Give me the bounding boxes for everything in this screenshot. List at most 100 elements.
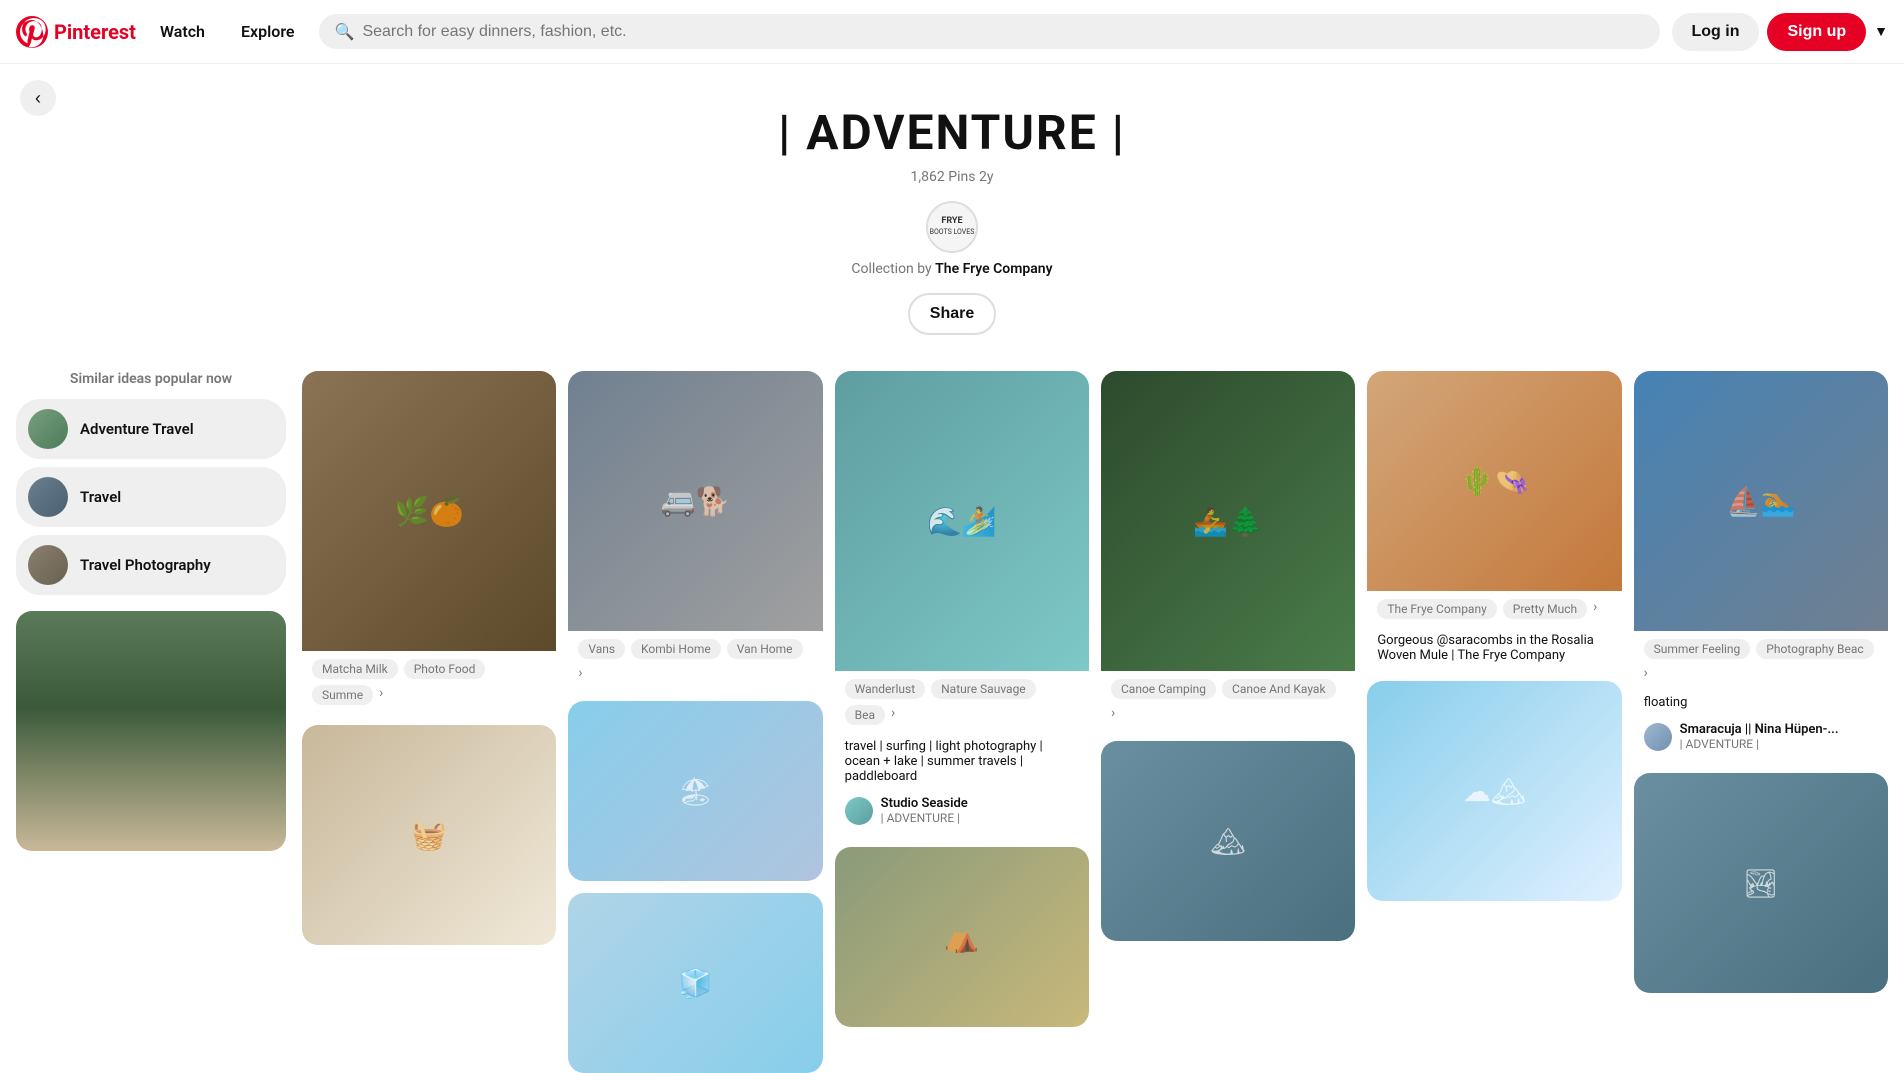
pin-tag[interactable]: Kombi Home: [631, 639, 721, 659]
pin-card[interactable]: 🏞: [1634, 773, 1888, 993]
pin-image: ☁🏔: [1367, 681, 1621, 901]
search-bar: 🔍: [319, 14, 1660, 49]
board-age: 2y: [979, 169, 994, 185]
logo-text: Pinterest: [54, 20, 136, 44]
signup-button[interactable]: Sign up: [1767, 13, 1866, 51]
pin-tags: Vans Kombi Home Van Home ›: [568, 631, 822, 689]
pin-tag[interactable]: Nature Sauvage: [931, 679, 1036, 699]
pins-area: 🌿🍊 Matcha Milk Photo Food Summe › 🧺: [302, 371, 1888, 1073]
pin-user-avatar: [1644, 723, 1672, 751]
logo-link[interactable]: Pinterest: [16, 16, 136, 48]
masonry-grid: 🌿🍊 Matcha Milk Photo Food Summe › 🧺: [302, 371, 1888, 1073]
pin-card[interactable]: 🧺: [302, 725, 556, 945]
board-header: | ADVENTURE | 1,862 Pins 2y FRYEBOOTS LO…: [0, 64, 1904, 355]
pin-tag[interactable]: Vans: [578, 639, 625, 659]
pin-tag-more[interactable]: ›: [1111, 705, 1115, 721]
pin-tag-more[interactable]: ›: [1593, 599, 1597, 619]
search-icon: 🔍: [335, 22, 355, 41]
pin-tags: Wanderlust Nature Sauvage Bea ›: [835, 671, 1089, 733]
explore-nav-link[interactable]: Explore: [229, 14, 307, 49]
pins-count: 1,862: [911, 169, 945, 185]
pin-tag-more[interactable]: ›: [891, 705, 895, 725]
pin-user-info: Studio Seaside | ADVENTURE |: [881, 796, 968, 825]
pin-image: 🌵👒: [1367, 371, 1621, 591]
masonry-col-3: 🌊🏄 Wanderlust Nature Sauvage Bea › trave…: [835, 371, 1089, 1073]
sidebar-item-adventure-travel[interactable]: Adventure Travel: [16, 399, 286, 459]
pin-description: Gorgeous @saracombs in the Rosalia Woven…: [1367, 627, 1621, 669]
pin-card[interactable]: 🏖: [568, 701, 822, 881]
search-input[interactable]: [362, 23, 1643, 41]
sidebar-item-label-travel: Travel: [80, 488, 121, 506]
pin-card[interactable]: 🌵👒 The Frye Company Pretty Much › Gorgeo…: [1367, 371, 1621, 669]
pin-tag[interactable]: Summer Feeling: [1644, 639, 1751, 659]
pin-description: floating: [1634, 689, 1888, 716]
pin-tag-more[interactable]: ›: [379, 685, 383, 705]
pin-tag-more[interactable]: ›: [1644, 665, 1648, 681]
pin-card[interactable]: 🚐🐕 Vans Kombi Home Van Home ›: [568, 371, 822, 689]
sidebar-item-travel[interactable]: Travel: [16, 467, 286, 527]
pin-tag[interactable]: Bea: [845, 705, 885, 725]
pins-label: Pins: [948, 169, 975, 185]
back-button[interactable]: ‹: [20, 80, 56, 116]
pin-card[interactable]: ⛵🏊 Summer Feeling Photography Beac › flo…: [1634, 371, 1888, 761]
chevron-down-icon[interactable]: ▼: [1874, 23, 1888, 40]
sidebar-item-label-travel-photo: Travel Photography: [80, 556, 211, 574]
pin-tag[interactable]: Summe: [312, 685, 373, 705]
pin-board: | ADVENTURE |: [1680, 737, 1839, 751]
pin-image: ⛺: [835, 847, 1089, 1027]
watch-nav-link[interactable]: Watch: [148, 14, 217, 49]
pin-user-info: Smaracuja || Nina Hüpen-... | ADVENTURE …: [1680, 722, 1839, 751]
pin-tags: Summer Feeling Photography Beac ›: [1634, 631, 1888, 689]
collection-owner-link[interactable]: The Frye Company: [935, 261, 1052, 277]
share-button[interactable]: Share: [908, 293, 996, 335]
pin-tag[interactable]: Photography Beac: [1756, 639, 1873, 659]
pin-image: 🚐🐕: [568, 371, 822, 631]
board-title: | ADVENTURE |: [20, 104, 1884, 161]
pin-image: 🏞: [1634, 773, 1888, 993]
similar-ideas-label: Similar ideas popular now: [16, 371, 286, 387]
pin-tags: Matcha Milk Photo Food Summe ›: [302, 651, 556, 713]
pin-tag[interactable]: Matcha Milk: [312, 659, 398, 679]
pin-tag[interactable]: Photo Food: [404, 659, 486, 679]
pin-tag[interactable]: Wanderlust: [845, 679, 925, 699]
sidebar: Similar ideas popular now Adventure Trav…: [16, 371, 286, 1073]
sidebar-thumb-travel-photo: [28, 545, 68, 585]
pin-card[interactable]: 🌿🍊 Matcha Milk Photo Food Summe ›: [302, 371, 556, 713]
masonry-col-4: 🚣🌲 Canoe Camping Canoe And Kayak › 🏔: [1101, 371, 1355, 1073]
pin-user-avatar: [845, 797, 873, 825]
avatar-text: FRYEBOOTS LOVES: [930, 216, 975, 238]
pin-card[interactable]: 🏔: [1101, 741, 1355, 941]
main-content: Similar ideas popular now Adventure Trav…: [0, 355, 1904, 1073]
sidebar-item-label-adventure: Adventure Travel: [80, 420, 194, 438]
pin-user: Smaracuja || Nina Hüpen-... | ADVENTURE …: [1634, 716, 1888, 761]
pin-image: ⛵🏊: [1634, 371, 1888, 631]
login-button[interactable]: Log in: [1672, 13, 1760, 51]
board-avatar: FRYEBOOTS LOVES: [926, 201, 978, 253]
sidebar-thumb-travel: [28, 477, 68, 517]
pin-tag[interactable]: Van Home: [727, 639, 803, 659]
sidebar-thumb-adventure: [28, 409, 68, 449]
masonry-col-5: 🌵👒 The Frye Company Pretty Much › Gorgeo…: [1367, 371, 1621, 1073]
board-meta: 1,862 Pins 2y: [20, 169, 1884, 185]
pinterest-logo-icon: [16, 16, 48, 48]
pin-card[interactable]: 🚣🌲 Canoe Camping Canoe And Kayak ›: [1101, 371, 1355, 729]
pin-description: travel | surfing | light photography | o…: [835, 733, 1089, 790]
pin-tag[interactable]: Canoe Camping: [1111, 679, 1216, 699]
pin-image: 🧺: [302, 725, 556, 945]
pin-user-name: Studio Seaside: [881, 796, 968, 811]
pin-tag[interactable]: Pretty Much: [1503, 599, 1587, 619]
pin-card[interactable]: 🌊🏄 Wanderlust Nature Sauvage Bea › trave…: [835, 371, 1089, 835]
pin-image: 🧊: [568, 893, 822, 1073]
pin-card[interactable]: 🧊: [568, 893, 822, 1073]
sidebar-item-travel-photography[interactable]: Travel Photography: [16, 535, 286, 595]
pin-card[interactable]: ☁🏔: [1367, 681, 1621, 901]
pin-tag-more[interactable]: ›: [578, 665, 582, 681]
pin-tag[interactable]: The Frye Company: [1377, 599, 1496, 619]
pin-tags: Canoe Camping Canoe And Kayak ›: [1101, 671, 1355, 729]
pin-tag[interactable]: Canoe And Kayak: [1222, 679, 1336, 699]
pin-user: Studio Seaside | ADVENTURE |: [835, 790, 1089, 835]
pin-card[interactable]: ⛺: [835, 847, 1089, 1027]
masonry-col-2: 🚐🐕 Vans Kombi Home Van Home › 🏖 🧊: [568, 371, 822, 1073]
pin-board: | ADVENTURE |: [881, 811, 968, 825]
sidebar-large-card[interactable]: [16, 611, 286, 851]
